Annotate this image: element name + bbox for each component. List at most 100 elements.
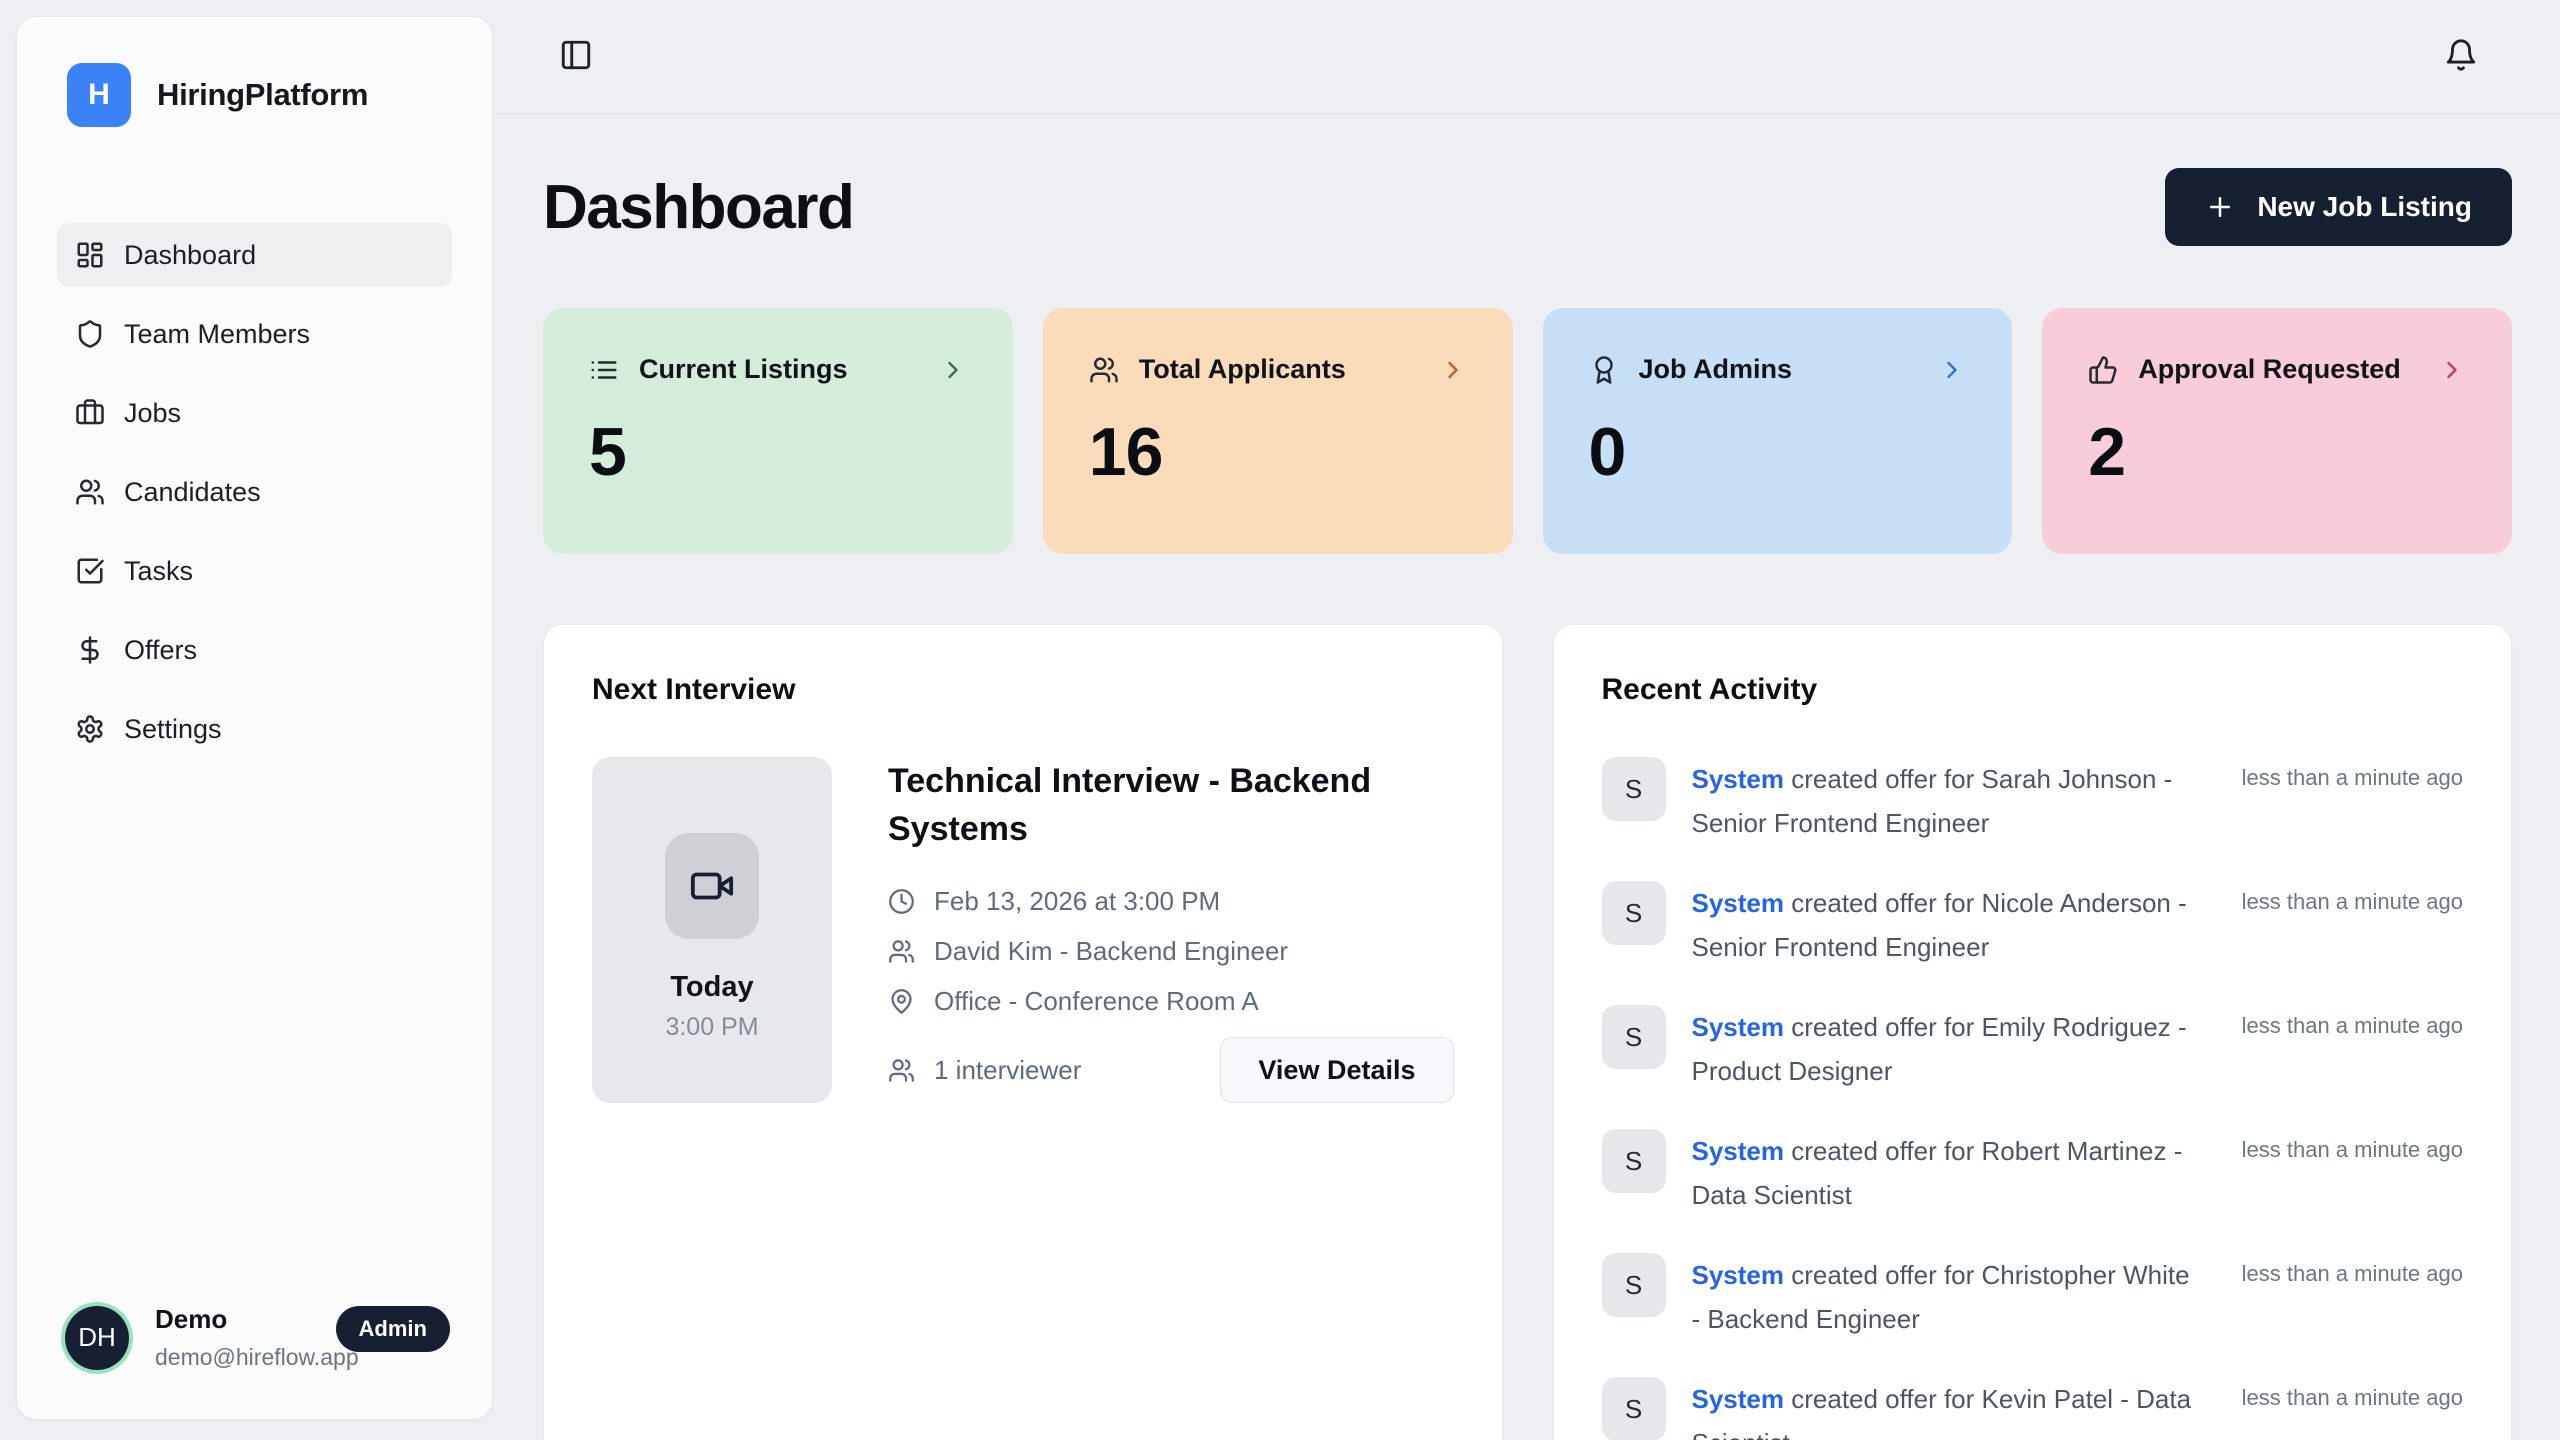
- stat-value: 16: [1089, 413, 1467, 491]
- dollar-icon: [75, 635, 105, 665]
- users-icon: [888, 1057, 915, 1084]
- sidebar-toggle-button[interactable]: [551, 30, 601, 83]
- app-logo-icon: H: [67, 63, 131, 127]
- interview-time: 3:00 PM: [665, 1013, 758, 1042]
- stat-value: 5: [589, 413, 967, 491]
- sidebar-item-dashboard[interactable]: Dashboard: [57, 223, 452, 287]
- activity-item: S System created offer for Christopher Wh…: [1602, 1253, 2464, 1341]
- activity-actor[interactable]: System: [1692, 888, 1785, 918]
- stat-label: Job Admins: [1639, 354, 1919, 385]
- sidebar-item-label: Team Members: [124, 319, 310, 350]
- panels: Next Interview Today 3:00 PM Technical I…: [543, 624, 2512, 1440]
- sidebar-item-tasks[interactable]: Tasks: [57, 539, 452, 603]
- stat-card-header: Current Listings: [589, 354, 967, 385]
- new-job-listing-label: New Job Listing: [2257, 191, 2472, 223]
- users-icon: [888, 938, 915, 965]
- sidebar-item-team-members[interactable]: Team Members: [57, 302, 452, 366]
- sidebar-item-label: Offers: [124, 635, 197, 666]
- sidebar-item-label: Settings: [124, 714, 222, 745]
- user-name: Demo: [155, 1304, 310, 1335]
- app-logo-letter: H: [88, 78, 110, 112]
- activity-item: SSystem created offer for Sarah Johnson …: [1602, 757, 2464, 845]
- sidebar-item-jobs[interactable]: Jobs: [57, 381, 452, 445]
- activity-avatar: S: [1602, 1377, 1666, 1440]
- check-square-icon: [75, 556, 105, 586]
- stat-card-total-applicants[interactable]: Total Applicants 16: [1043, 308, 1513, 554]
- notifications-button[interactable]: [2436, 30, 2486, 83]
- sidebar-nav: Dashboard Team Members Jobs Candidates Tasks…: [57, 223, 452, 761]
- sidebar-item-settings[interactable]: Settings: [57, 697, 452, 761]
- activity-actor[interactable]: System: [1692, 1384, 1785, 1414]
- activity-text: System created offer for Kevin Patel - D…: [1692, 1377, 2192, 1440]
- brand[interactable]: H HiringPlatform: [57, 63, 452, 127]
- activity-text: System created offer for Nicole Anderson…: [1692, 881, 2192, 969]
- interview-location: Office - Conference Room A: [934, 986, 1259, 1017]
- user-email: demo@hireflow.app: [155, 1344, 310, 1371]
- activity-text: System created offer for Sarah Johnson -…: [1692, 757, 2192, 845]
- activity-timestamp: less than a minute ago: [2242, 881, 2463, 915]
- sidebar: H HiringPlatform Dashboard Team Members Jo…: [16, 16, 493, 1420]
- users-icon: [1089, 355, 1119, 385]
- topbar: [493, 0, 2560, 114]
- sidebar-item-candidates[interactable]: Candidates: [57, 460, 452, 524]
- new-job-listing-button[interactable]: New Job Listing: [2165, 168, 2512, 246]
- user-profile[interactable]: DH Demo demo@hireflow.app Admin: [57, 1294, 452, 1379]
- interview-candidate: David Kim - Backend Engineer: [934, 936, 1288, 967]
- main-area: Dashboard New Job Listing Current Listin…: [493, 0, 2560, 1440]
- chevron-right-icon: [1439, 356, 1467, 384]
- stat-card-current-listings[interactable]: Current Listings 5: [543, 308, 1013, 554]
- plus-icon: [2205, 192, 2235, 222]
- activity-text: System created offer for Christopher Whi…: [1692, 1253, 2192, 1341]
- user-info: Demo demo@hireflow.app: [155, 1304, 310, 1371]
- sidebar-item-label: Jobs: [124, 398, 181, 429]
- activity-text: System created offer for Emily Rodriguez…: [1692, 1005, 2192, 1093]
- activity-avatar: S: [1602, 1129, 1666, 1193]
- activity-item: S System created offer for Kevin Patel - …: [1602, 1377, 2464, 1440]
- role-badge: Admin: [336, 1306, 450, 1352]
- interview-datetime-row: Feb 13, 2026 at 3:00 PM: [888, 886, 1454, 917]
- activity-item: S System created offer for Emily Rodrigue…: [1602, 1005, 2464, 1093]
- activity-avatar: S: [1602, 1005, 1666, 1069]
- interview-footer: 1 interviewer View Details: [888, 1037, 1454, 1103]
- interview-title: Technical Interview - Backend Systems: [888, 757, 1408, 854]
- stat-value: 2: [2088, 413, 2466, 491]
- activity-list: S System created offer for Sarah Johnson …: [1602, 757, 2464, 1440]
- activity-actor[interactable]: System: [1692, 1260, 1785, 1290]
- next-interview-card: Next Interview Today 3:00 PM Technical I…: [543, 624, 1503, 1440]
- activity-timestamp: less than a minute ago: [2242, 757, 2463, 791]
- stats-row: Current Listings 5 Total Applicants 16 Job A…: [543, 308, 2512, 554]
- video-icon: [665, 833, 759, 939]
- stat-label: Approval Requested: [2138, 354, 2418, 385]
- recent-activity-section-title: Recent Activity: [1602, 673, 2464, 707]
- activity-actor[interactable]: System: [1692, 764, 1785, 794]
- list-icon: [589, 355, 619, 385]
- activity-actor[interactable]: System: [1692, 1136, 1785, 1166]
- sidebar-item-offers[interactable]: Offers: [57, 618, 452, 682]
- stat-card-job-admins[interactable]: Job Admins0: [1543, 308, 2013, 554]
- app-name: HiringPlatform: [157, 77, 368, 113]
- next-interview-section-title: Next Interview: [592, 673, 1454, 707]
- stat-card-header: Total Applicants: [1089, 354, 1467, 385]
- stat-card-approval-requested[interactable]: Approval Requested 2: [2042, 308, 2512, 554]
- interview-day: Today: [670, 971, 753, 1004]
- activity-timestamp: less than a minute ago: [2242, 1253, 2463, 1287]
- interview-body: Today 3:00 PM Technical Interview - Back…: [592, 757, 1454, 1103]
- map-pin-icon: [888, 988, 915, 1015]
- activity-actor[interactable]: System: [1692, 1012, 1785, 1042]
- stat-label: Current Listings: [639, 354, 919, 385]
- activity-item: SSystem created offer for Robert Martine…: [1602, 1129, 2464, 1217]
- activity-timestamp: less than a minute ago: [2242, 1129, 2463, 1163]
- sidebar-item-label: Tasks: [124, 556, 193, 587]
- activity-avatar: S: [1602, 1253, 1666, 1317]
- thumbs-up-icon: [2088, 355, 2118, 385]
- activity-item: SSystem created offer for Nicole Anderso…: [1602, 881, 2464, 969]
- chevron-right-icon: [939, 356, 967, 384]
- stat-label: Total Applicants: [1139, 354, 1419, 385]
- chevron-right-icon: [2438, 356, 2466, 384]
- recent-activity-card: Recent Activity SSystem created offer fo…: [1553, 624, 2513, 1440]
- view-details-button[interactable]: View Details: [1220, 1037, 1453, 1103]
- briefcase-icon: [75, 398, 105, 428]
- gear-icon: [75, 714, 105, 744]
- interview-candidate-row: David Kim - Backend Engineer: [888, 936, 1454, 967]
- layout-dashboard-icon: [75, 240, 105, 270]
